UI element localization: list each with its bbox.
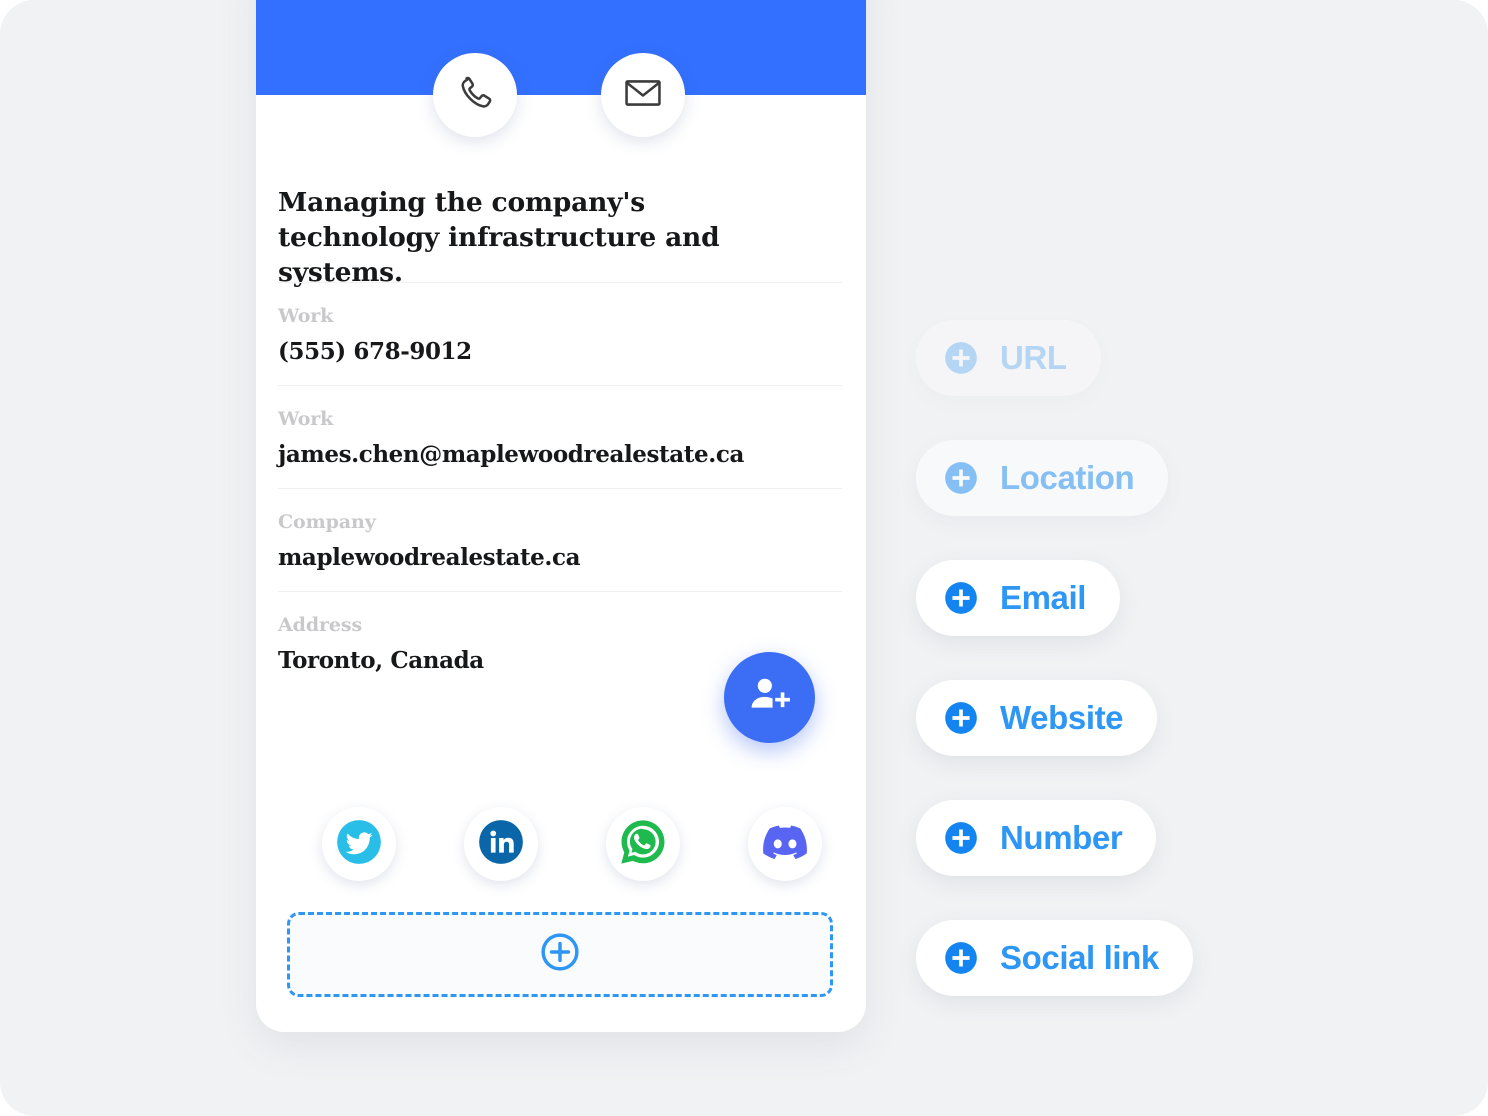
menu-item-website[interactable]: Website	[916, 680, 1158, 756]
menu-item-label: Email	[1000, 579, 1087, 616]
email-action-button[interactable]	[601, 53, 685, 137]
social-link-whatsapp[interactable]	[606, 807, 680, 881]
discord-icon	[763, 820, 807, 869]
menu-item-label: Website	[1000, 699, 1124, 736]
menu-item-email[interactable]: Email	[916, 560, 1121, 636]
plus-circle-icon	[942, 699, 980, 737]
field-row-company[interactable]: Company maplewoodrealestate.ca	[278, 488, 842, 591]
field-label: Address	[278, 614, 363, 636]
field-label: Work	[278, 305, 334, 327]
whatsapp-icon	[618, 817, 668, 872]
pill-slot: Location	[916, 440, 1336, 516]
plus-circle-icon	[942, 819, 980, 857]
pill-slot: URL	[916, 320, 1336, 396]
menu-item-label: Location	[1000, 459, 1135, 496]
pill-slot: Social link	[916, 920, 1336, 996]
pill-slot: Email	[916, 560, 1336, 636]
plus-circle-icon	[538, 930, 582, 979]
plus-circle-icon	[942, 339, 980, 377]
card-header-banner	[256, 0, 866, 95]
contact-card: Managing the company's technology infras…	[256, 0, 866, 1032]
social-link-linkedin[interactable]	[464, 807, 538, 881]
menu-item-label: URL	[1000, 339, 1067, 376]
contact-fields-list: Work (555) 678-9012 Work james.chen@mapl…	[278, 282, 842, 694]
person-add-icon	[747, 672, 793, 723]
twitter-icon	[334, 817, 384, 872]
field-value: maplewoodrealestate.ca	[278, 544, 581, 571]
contact-description: Managing the company's technology infras…	[278, 187, 720, 288]
menu-item-number[interactable]: Number	[916, 800, 1157, 876]
add-field-menu: URL Location Email Website Number Social…	[916, 320, 1336, 996]
menu-item-social-link[interactable]: Social link	[916, 920, 1193, 996]
field-value: james.chen@maplewoodrealestate.ca	[278, 441, 744, 468]
add-field-placeholder[interactable]	[287, 912, 833, 997]
app-canvas: Managing the company's technology infras…	[0, 0, 1488, 1116]
menu-item-label: Number	[1000, 819, 1123, 856]
field-label: Company	[278, 511, 376, 533]
social-link-twitter[interactable]	[322, 807, 396, 881]
menu-item-location[interactable]: Location	[916, 440, 1169, 516]
menu-item-label: Social link	[1000, 939, 1159, 976]
social-links-row	[322, 807, 822, 881]
field-value: (555) 678-9012	[278, 338, 472, 365]
call-action-button[interactable]	[433, 53, 517, 137]
linkedin-icon	[476, 817, 526, 872]
menu-item-url[interactable]: URL	[916, 320, 1101, 396]
field-row-work-phone[interactable]: Work (555) 678-9012	[278, 282, 842, 385]
pill-slot: Number	[916, 800, 1336, 876]
pill-slot: Website	[916, 680, 1336, 756]
social-link-discord[interactable]	[748, 807, 822, 881]
plus-circle-icon	[942, 939, 980, 977]
plus-circle-icon	[942, 579, 980, 617]
plus-circle-icon	[942, 459, 980, 497]
field-label: Work	[278, 408, 334, 430]
add-contact-fab[interactable]	[724, 652, 815, 743]
field-row-work-email[interactable]: Work james.chen@maplewoodrealestate.ca	[278, 385, 842, 488]
phone-icon	[454, 72, 496, 119]
envelope-icon	[622, 72, 664, 119]
